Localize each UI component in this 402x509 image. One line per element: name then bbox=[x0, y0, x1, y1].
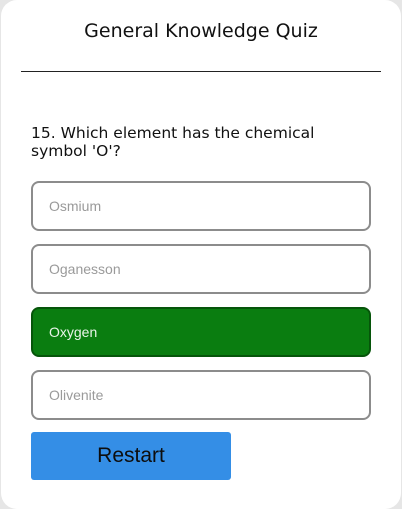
answer-option-label: Osmium bbox=[49, 198, 102, 214]
restart-button[interactable]: Restart bbox=[31, 432, 231, 480]
answer-option-label: Oganesson bbox=[49, 261, 121, 277]
question-text: 15. Which element has the chemical symbo… bbox=[31, 124, 315, 160]
answer-option-osmium[interactable]: Osmium bbox=[31, 181, 371, 231]
answer-option-label: Olivenite bbox=[49, 387, 104, 403]
answer-option-olivenite[interactable]: Olivenite bbox=[31, 370, 371, 420]
restart-button-label: Restart bbox=[97, 444, 165, 467]
answer-option-oganesson[interactable]: Oganesson bbox=[31, 244, 371, 294]
quiz-card: General Knowledge Quiz 15. Which element… bbox=[1, 0, 401, 509]
answer-option-oxygen-correct[interactable]: Oxygen bbox=[31, 307, 371, 357]
title-divider bbox=[21, 71, 381, 72]
answer-option-label: Oxygen bbox=[49, 324, 98, 340]
quiz-title: General Knowledge Quiz bbox=[84, 20, 318, 42]
